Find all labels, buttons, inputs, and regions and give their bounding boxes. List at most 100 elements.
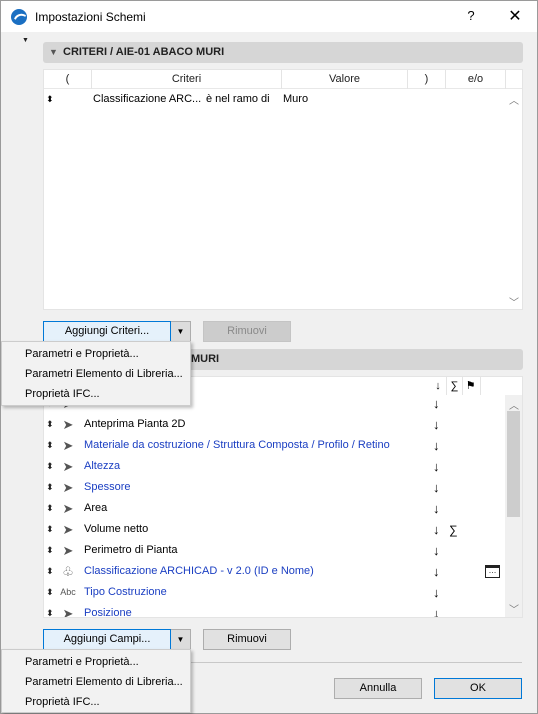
flag-header-icon[interactable]: ⚑ [462, 377, 478, 395]
field-label: Perimetro di Pianta [84, 544, 178, 556]
sort-icon[interactable]: ↓ [433, 564, 440, 579]
drag-handle-icon[interactable]: ⬍ [46, 482, 54, 493]
col-and-or[interactable]: e/o [446, 70, 506, 89]
field-label: Materiale da costruzione / Struttura Com… [84, 439, 390, 451]
criteria-table: ( Criteri Valore ) e/o ⬍ Classificazione… [43, 69, 523, 310]
field-label: Anteprima Pianta 2D [84, 418, 186, 430]
add-criteria-button[interactable]: Aggiungi Criteri... [43, 321, 171, 342]
col-open-paren[interactable]: ( [44, 70, 92, 89]
field-row[interactable]: ⬍ ➤ Area ↓ [44, 499, 504, 520]
remove-criteria-button[interactable]: Rimuovi [203, 321, 291, 342]
field-row[interactable]: ⬍ ➤ Spessore ↓ [44, 478, 504, 499]
pointer-icon: ➤ [62, 459, 74, 474]
field-row[interactable]: ⬍ ➤ Posizione ↓ [44, 604, 504, 618]
scroll-down-icon[interactable]: ﹀ [509, 294, 519, 309]
sort-icon[interactable]: ↓ [433, 396, 440, 411]
format-header[interactable] [480, 377, 504, 395]
sheet-icon[interactable]: … [485, 565, 500, 578]
add-criteria-split-button[interactable]: Aggiungi Criteri... ▼ [43, 321, 191, 342]
col-value[interactable]: Valore [282, 70, 408, 89]
drag-handle-icon[interactable]: ⬍ [46, 440, 54, 451]
add-fields-dropdown-icon[interactable]: ▼ [171, 629, 191, 650]
drag-handle-icon[interactable]: ⬍ [46, 503, 54, 514]
pointer-icon: ➤ [62, 501, 74, 516]
sort-icon[interactable]: ↓ [433, 585, 440, 600]
drag-handle-icon[interactable]: ⬍ [46, 524, 54, 535]
pointer-icon: ➤ [62, 522, 74, 537]
criteria-row[interactable]: ⬍ Classificazione ARC... è nel ramo di M… [44, 91, 522, 109]
field-label: Tipo Costruzione [84, 586, 167, 598]
scroll-up-icon[interactable]: ︿ [509, 92, 519, 107]
add-criteria-dropdown-icon[interactable]: ▼ [171, 321, 191, 342]
sort-icon[interactable]: ↓ [433, 606, 440, 617]
field-row[interactable]: ⬍ ➤ Materiale da costruzione / Struttura… [44, 436, 504, 457]
field-label: Posizione [84, 607, 132, 618]
archicad-app-icon [11, 9, 27, 25]
field-row[interactable]: ⬍ ➤ Anteprima Pianta 2D ↓ [44, 415, 504, 436]
menu-item-parameters-properties[interactable]: Parametri e Proprietà... [2, 652, 190, 672]
field-label: Spessore [84, 481, 131, 493]
scrollbar-thumb[interactable] [507, 411, 520, 517]
text-abc-icon: Abc [60, 587, 76, 597]
scroll-up-icon[interactable]: ︿ [509, 397, 519, 412]
drag-handle-icon[interactable]: ⬍ [46, 419, 54, 430]
field-label: Area [84, 502, 108, 514]
tree-icon: ♧ [62, 564, 74, 579]
menu-item-library-parameters[interactable]: Parametri Elemento di Libreria... [2, 364, 190, 384]
criteria-section-header[interactable]: ▼ CRITERI / AIE-01 ABACO MURI [43, 42, 523, 63]
pointer-icon: ➤ [62, 417, 74, 432]
drag-handle-icon[interactable]: ⬍ [46, 566, 54, 577]
drag-handle-icon[interactable]: ⬍ [46, 545, 54, 556]
field-label: Altezza [84, 460, 121, 472]
menu-item-ifc-properties[interactable]: Proprietà IFC... [2, 692, 190, 712]
sort-header-icon[interactable]: ↓ [431, 377, 445, 395]
criteria-table-header: ( Criteri Valore ) e/o [44, 70, 522, 89]
cancel-button[interactable]: Annulla [334, 678, 422, 699]
field-label: Volume netto [84, 523, 149, 535]
drag-handle-icon[interactable]: ⬍ [46, 461, 54, 472]
sum-header-icon[interactable]: ∑ [446, 377, 462, 395]
sort-icon[interactable]: ↓ [433, 480, 440, 495]
col-criteria[interactable]: Criteri [92, 70, 282, 89]
criterion-value[interactable]: Muro [283, 93, 308, 105]
scroll-down-icon[interactable]: ﹀ [509, 601, 519, 616]
sort-icon[interactable]: ↓ [433, 438, 440, 453]
sort-icon[interactable]: ↓ [433, 543, 440, 558]
menu-item-ifc-properties[interactable]: Proprietà IFC... [2, 384, 190, 404]
menu-item-library-parameters[interactable]: Parametri Elemento di Libreria... [2, 672, 190, 692]
criteria-section-title: CRITERI / AIE-01 ABACO MURI [63, 46, 225, 58]
pointer-icon: ➤ [62, 543, 74, 558]
pointer-icon: ➤ [62, 606, 74, 618]
menu-item-parameters-properties[interactable]: Parametri e Proprietà... [2, 344, 190, 364]
field-row[interactable]: ⬍ ♧ Classificazione ARCHICAD - v 2.0 (ID… [44, 562, 504, 583]
add-criteria-menu: Parametri e Proprietà... Parametri Eleme… [1, 341, 191, 406]
sort-icon[interactable]: ↓ [433, 501, 440, 516]
drag-handle-icon[interactable]: ⬍ [46, 608, 54, 617]
help-button[interactable]: ? [463, 8, 479, 23]
sort-icon[interactable]: ↓ [433, 417, 440, 432]
fields-section-title: MURI [191, 353, 220, 365]
add-fields-menu: Parametri e Proprietà... Parametri Eleme… [1, 649, 191, 713]
field-row[interactable]: ⬍ ➤ Volume netto ↓ ∑ [44, 520, 504, 541]
criterion-operator[interactable]: è nel ramo di [206, 93, 270, 105]
field-label: Classificazione ARCHICAD - v 2.0 (ID e N… [84, 565, 314, 577]
sort-icon[interactable]: ↓ [433, 459, 440, 474]
criterion-name[interactable]: Classificazione ARC... [93, 93, 201, 105]
ok-button[interactable]: OK [434, 678, 522, 699]
col-close-paren[interactable]: ) [408, 70, 446, 89]
section-toggle-icon: ▼ [49, 47, 58, 57]
remove-fields-button[interactable]: Rimuovi [203, 629, 291, 650]
drag-handle-icon[interactable]: ⬍ [46, 587, 54, 598]
field-row[interactable]: ⬍ Abc Tipo Costruzione ↓ [44, 583, 504, 604]
close-button[interactable]: ✕ [506, 6, 524, 26]
add-fields-split-button[interactable]: Aggiungi Campi... ▼ [43, 629, 191, 650]
add-fields-button[interactable]: Aggiungi Campi... [43, 629, 171, 650]
sum-icon[interactable]: ∑ [449, 523, 458, 537]
field-row[interactable]: ⬍ ➤ Altezza ↓ [44, 457, 504, 478]
pointer-icon: ➤ [62, 438, 74, 453]
collapse-marker-icon: ▼ [22, 37, 29, 44]
field-row[interactable]: ⬍ ➤ Perimetro di Pianta ↓ [44, 541, 504, 562]
fields-scrollbar[interactable]: ︿ ﹀ [505, 395, 522, 617]
drag-handle-icon[interactable]: ⬍ [46, 94, 54, 105]
sort-icon[interactable]: ↓ [433, 522, 440, 537]
